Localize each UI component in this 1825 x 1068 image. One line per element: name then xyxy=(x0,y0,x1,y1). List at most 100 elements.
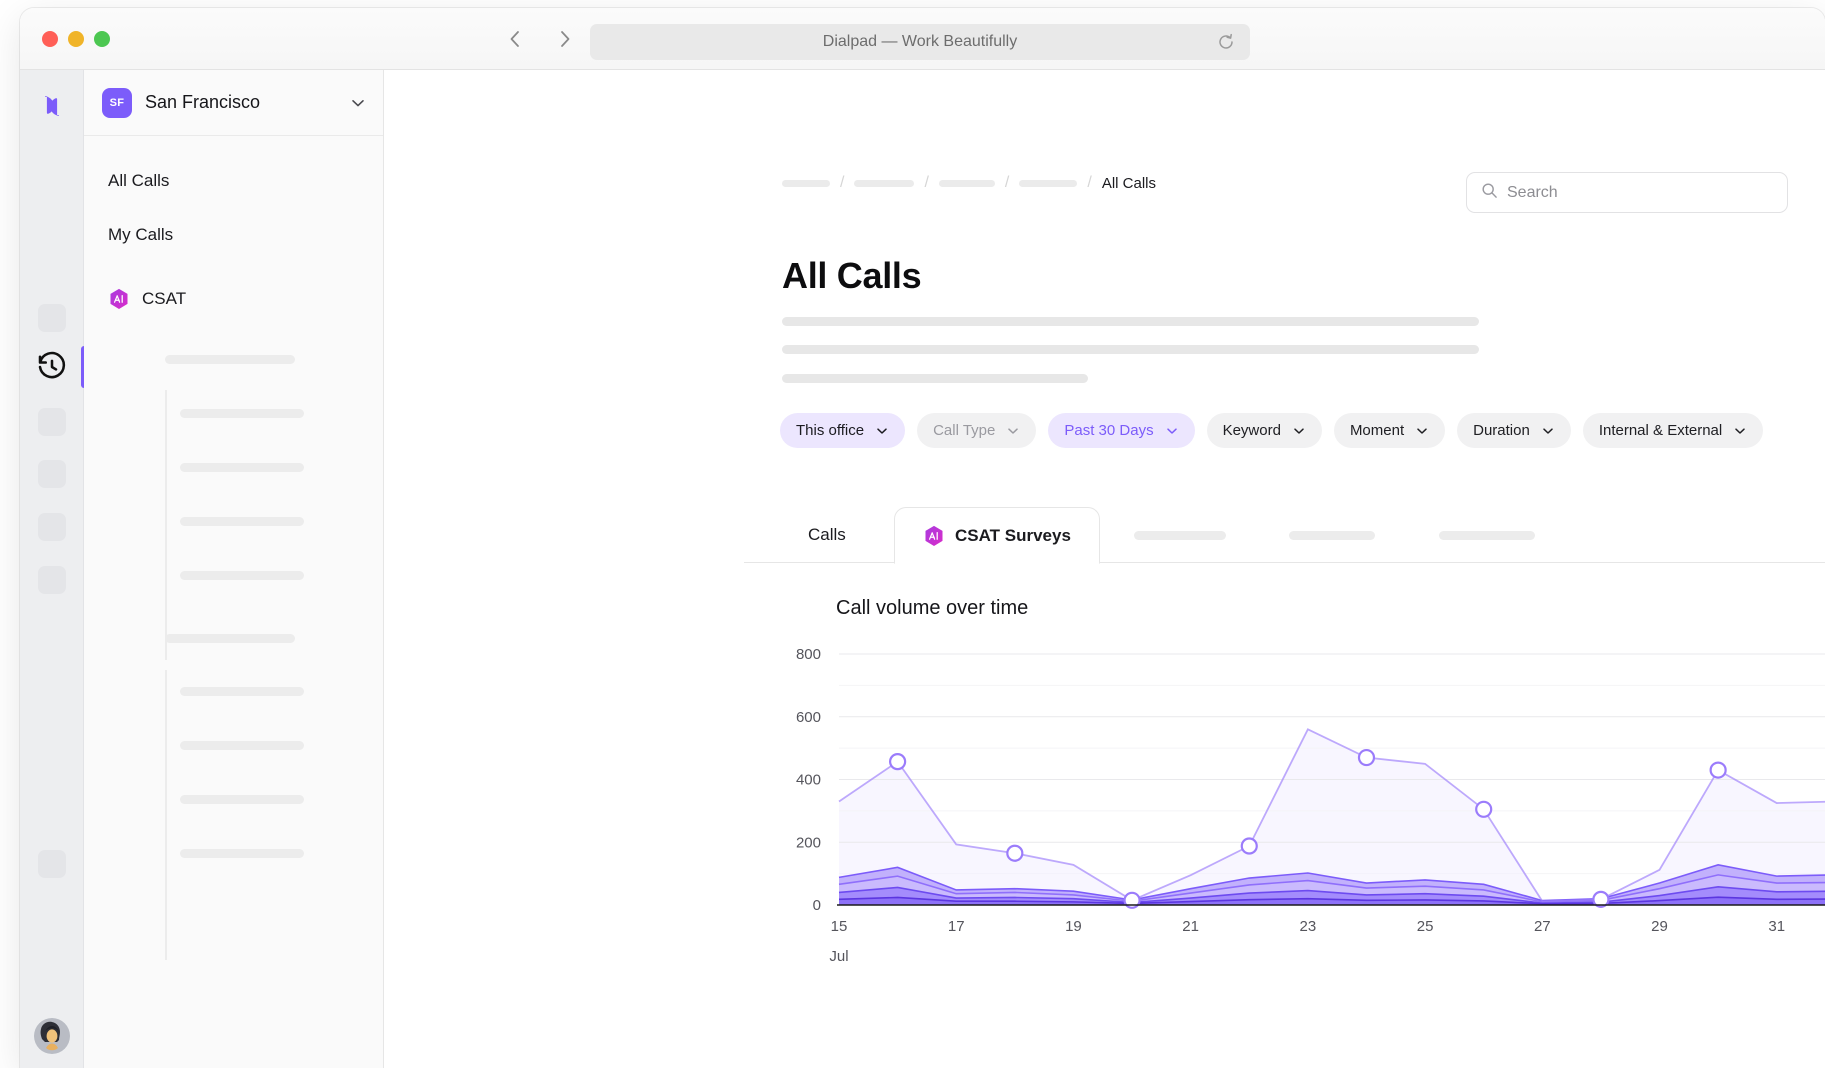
dialpad-logo-icon[interactable] xyxy=(36,90,68,122)
svg-text:23: 23 xyxy=(1300,918,1317,935)
filter-duration[interactable]: Duration xyxy=(1457,413,1571,448)
sidebar-item-label: CSAT xyxy=(142,289,186,309)
rail-placeholder-item[interactable] xyxy=(38,566,66,594)
svg-text:31: 31 xyxy=(1768,918,1785,935)
sidebar-placeholder xyxy=(180,409,304,418)
sidebar-nav: All Calls My Calls xyxy=(84,136,383,322)
tab-csat-surveys[interactable]: CSAT Surveys xyxy=(894,507,1100,564)
chevron-down-icon xyxy=(1165,424,1179,438)
sidebar-placeholder xyxy=(165,355,295,364)
ai-hexagon-icon xyxy=(108,288,130,310)
svg-text:17: 17 xyxy=(948,918,965,935)
address-bar[interactable]: Dialpad — Work Beautifully xyxy=(590,24,1250,60)
svg-text:19: 19 xyxy=(1065,918,1082,935)
icon-rail xyxy=(20,70,84,1068)
search-icon xyxy=(1481,182,1498,204)
forward-icon[interactable] xyxy=(550,22,580,56)
filter-label: Duration xyxy=(1473,422,1530,439)
filter-call-type[interactable]: Call Type xyxy=(917,413,1036,448)
breadcrumb-separator: / xyxy=(1087,174,1091,192)
chevron-down-icon xyxy=(1541,424,1555,438)
rail-placeholder-item[interactable] xyxy=(38,304,66,332)
sidebar-placeholder xyxy=(180,741,304,750)
rail-placeholder-item[interactable] xyxy=(38,460,66,488)
filter-moment[interactable]: Moment xyxy=(1334,413,1445,448)
svg-text:25: 25 xyxy=(1417,918,1434,935)
close-window-button[interactable] xyxy=(42,31,58,47)
sidebar: SF San Francisco All Calls My Calls xyxy=(84,70,384,1068)
tab-bar: Calls CSAT Surveys xyxy=(744,507,1825,563)
tab-label: CSAT Surveys xyxy=(955,526,1071,546)
svg-text:29: 29 xyxy=(1651,918,1668,935)
tab-calls[interactable]: Calls xyxy=(808,507,846,563)
breadcrumb: / / / / All Calls xyxy=(782,174,1156,192)
app-root: SF San Francisco All Calls My Calls xyxy=(20,70,1825,1068)
breadcrumb-current: All Calls xyxy=(1102,175,1156,192)
sidebar-item-my-calls[interactable]: My Calls xyxy=(84,212,383,258)
page-title: All Calls xyxy=(782,255,921,297)
breadcrumb-separator: / xyxy=(924,174,928,192)
page-title-text: Dialpad — Work Beautifully xyxy=(823,33,1017,51)
sidebar-placeholder xyxy=(180,517,304,526)
chevron-down-icon[interactable] xyxy=(349,94,367,112)
filter-keyword[interactable]: Keyword xyxy=(1207,413,1322,448)
sidebar-placeholder xyxy=(180,687,304,696)
filter-label: Moment xyxy=(1350,422,1404,439)
filter-this-office[interactable]: This office xyxy=(780,413,905,448)
sidebar-placeholder xyxy=(180,571,304,580)
svg-text:27: 27 xyxy=(1534,918,1551,935)
call-volume-area-chart[interactable]: 0200400600800151719212325272931246JulAug xyxy=(744,564,1825,1014)
filter-past-30-days[interactable]: Past 30 Days xyxy=(1048,413,1194,448)
breadcrumb-placeholder[interactable] xyxy=(782,180,830,187)
avatar[interactable] xyxy=(34,1018,70,1054)
filter-label: This office xyxy=(796,422,864,439)
svg-text:600: 600 xyxy=(796,709,821,726)
breadcrumb-placeholder[interactable] xyxy=(1019,180,1077,187)
browser-titlebar: Dialpad — Work Beautifully xyxy=(20,8,1825,70)
sidebar-placeholder xyxy=(165,634,295,643)
sidebar-placeholder xyxy=(180,795,304,804)
tab-label: Calls xyxy=(808,525,846,545)
chart-card: Call volume over time 020040060080015171… xyxy=(744,564,1825,1068)
tab-placeholder[interactable] xyxy=(1439,531,1535,540)
svg-text:Jul: Jul xyxy=(829,948,848,965)
sidebar-item-label: My Calls xyxy=(108,225,173,245)
browser-nav-buttons xyxy=(500,22,580,56)
rail-placeholder-item[interactable] xyxy=(38,408,66,436)
description-placeholder xyxy=(782,345,1479,354)
maximize-window-button[interactable] xyxy=(94,31,110,47)
rail-placeholder-item[interactable] xyxy=(38,850,66,878)
tab-placeholder[interactable] xyxy=(1289,531,1375,540)
chevron-down-icon xyxy=(1415,424,1429,438)
chevron-down-icon xyxy=(1733,424,1747,438)
browser-window: Dialpad — Work Beautifully xyxy=(20,8,1825,1068)
main-content: / / / / All Calls Search xyxy=(384,70,1825,1068)
breadcrumb-separator: / xyxy=(1005,174,1009,192)
window-traffic-lights xyxy=(42,31,110,47)
svg-text:15: 15 xyxy=(831,918,848,935)
sidebar-item-all-calls[interactable]: All Calls xyxy=(84,158,383,204)
svg-text:0: 0 xyxy=(813,897,821,914)
ai-hexagon-icon xyxy=(923,525,945,547)
minimize-window-button[interactable] xyxy=(68,31,84,47)
breadcrumb-placeholder[interactable] xyxy=(939,180,995,187)
filter-bar: This office Call Type Past 30 Days xyxy=(780,413,1763,448)
search-input[interactable]: Search xyxy=(1466,172,1788,213)
filter-label: Keyword xyxy=(1223,422,1281,439)
rail-placeholder-item[interactable] xyxy=(38,513,66,541)
filter-label: Internal & External xyxy=(1599,422,1722,439)
office-selector[interactable]: SF San Francisco xyxy=(84,70,383,136)
tab-placeholder[interactable] xyxy=(1134,531,1226,540)
back-icon[interactable] xyxy=(500,22,530,56)
svg-text:400: 400 xyxy=(796,772,821,789)
chevron-down-icon xyxy=(1292,424,1306,438)
filter-internal-external[interactable]: Internal & External xyxy=(1583,413,1763,448)
description-placeholder xyxy=(782,317,1479,326)
sidebar-placeholder xyxy=(180,849,304,858)
office-name: San Francisco xyxy=(145,92,336,113)
breadcrumb-placeholder[interactable] xyxy=(854,180,914,187)
history-clock-icon[interactable] xyxy=(36,351,68,383)
reload-icon[interactable] xyxy=(1216,32,1236,57)
description-placeholder xyxy=(782,374,1088,383)
sidebar-item-csat[interactable]: CSAT xyxy=(84,276,383,322)
